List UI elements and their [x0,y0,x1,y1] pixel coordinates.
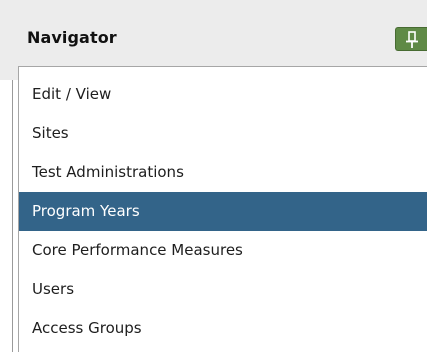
pin-icon [406,31,418,48]
nav-item-access-groups[interactable]: Access Groups [19,309,427,348]
navigator-list-box: Edit / View Sites Test Administrations P… [18,66,427,352]
navigator-list: Edit / View Sites Test Administrations P… [19,75,427,348]
nav-item-edit-view[interactable]: Edit / View [19,75,427,114]
navigator-title: Navigator [27,28,117,47]
nav-item-test-administrations[interactable]: Test Administrations [19,153,427,192]
nav-item-sites[interactable]: Sites [19,114,427,153]
nav-item-program-years[interactable]: Program Years [19,192,427,231]
nav-item-users[interactable]: Users [19,270,427,309]
pin-button[interactable] [395,27,427,51]
navigator-panel: Navigator Edit / View Sites Test Adminis… [0,0,427,352]
nav-item-core-performance-measures[interactable]: Core Performance Measures [19,231,427,270]
